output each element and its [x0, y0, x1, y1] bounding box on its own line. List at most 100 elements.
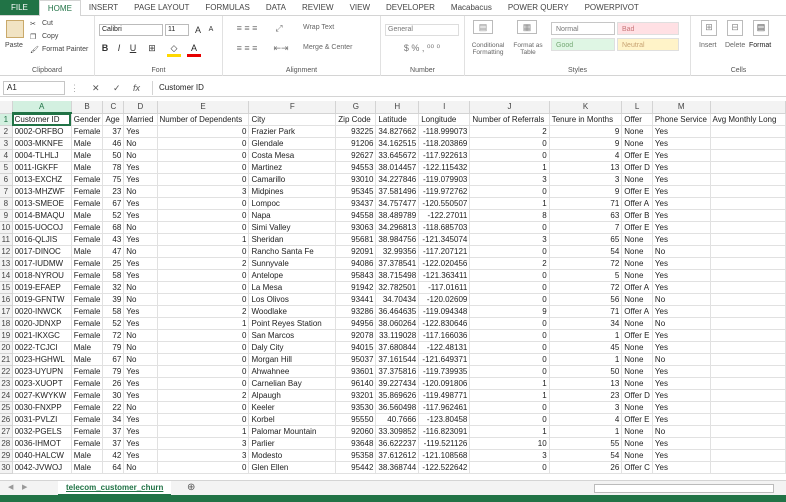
cell[interactable]: -121.363411 — [418, 269, 471, 282]
cell[interactable]: Palomar Mountain — [248, 425, 337, 438]
cell[interactable]: 9 — [549, 125, 623, 138]
cell[interactable]: 93286 — [335, 305, 377, 318]
insert-button[interactable]: Insert — [699, 42, 717, 49]
cell[interactable]: No — [123, 293, 158, 306]
prev-sheet-icon[interactable]: ◀ — [8, 483, 13, 491]
cell[interactable]: Yes — [652, 461, 711, 474]
cell[interactable]: Korbel — [248, 413, 337, 426]
cell[interactable] — [710, 245, 786, 258]
cell[interactable]: 32.782501 — [375, 281, 420, 294]
cell[interactable]: 2 — [157, 257, 250, 270]
cell[interactable]: 0015-UOCOJ — [12, 221, 72, 234]
cell[interactable]: Morgan Hill — [248, 353, 337, 366]
cell[interactable]: Offer A — [621, 197, 653, 210]
cell[interactable]: 71 — [549, 305, 623, 318]
cell[interactable]: Male — [71, 137, 104, 150]
cell[interactable]: No — [123, 401, 158, 414]
cell[interactable]: 23 — [102, 185, 125, 198]
cell[interactable]: 75 — [102, 173, 125, 186]
cell[interactable]: 0017-DINOC — [12, 245, 72, 258]
cell[interactable]: 0 — [157, 293, 250, 306]
cell[interactable]: None — [621, 401, 653, 414]
cell[interactable]: 40.7666 — [375, 413, 420, 426]
cell[interactable]: Female — [71, 329, 104, 342]
cell[interactable]: Frazier Park — [248, 125, 337, 138]
cell[interactable] — [710, 293, 786, 306]
tab-developer[interactable]: DEVELOPER — [378, 0, 443, 15]
cell[interactable] — [710, 233, 786, 246]
cell[interactable]: 0 — [469, 461, 550, 474]
cell[interactable]: 37.378541 — [375, 257, 420, 270]
copy-button[interactable]: Copy — [42, 33, 58, 40]
cell[interactable]: 34 — [102, 413, 125, 426]
cell[interactable]: Yes — [123, 257, 158, 270]
cell[interactable]: Female — [71, 365, 104, 378]
row-header[interactable]: 15 — [0, 281, 13, 294]
cell[interactable]: 93441 — [335, 293, 377, 306]
conditional-formatting-button[interactable]: Conditional Formatting — [469, 42, 507, 56]
cell[interactable]: -120.091806 — [418, 377, 471, 390]
cell[interactable]: 94086 — [335, 257, 377, 270]
cell[interactable]: Offer E — [621, 413, 653, 426]
cell[interactable]: -122.27011 — [418, 209, 471, 222]
cell[interactable]: -118.685703 — [418, 221, 471, 234]
column-header[interactable]: I — [418, 101, 471, 114]
cell[interactable]: 0 — [157, 161, 250, 174]
column-header[interactable]: D — [123, 101, 158, 114]
number-format-icons[interactable]: $ % , ⁰⁰ ⁰ — [385, 42, 459, 54]
cell[interactable]: 2 — [157, 305, 250, 318]
cell[interactable]: 0036-IHMOT — [12, 437, 72, 450]
cell[interactable]: 0 — [469, 269, 550, 282]
cell[interactable]: 93010 — [335, 173, 377, 186]
cell[interactable]: -118.203869 — [418, 137, 471, 150]
tab-powerpivot[interactable]: POWERPIVOT — [577, 0, 647, 15]
cell[interactable]: Yes — [123, 377, 158, 390]
cell[interactable]: 37 — [102, 125, 125, 138]
format-as-table-button[interactable]: Format as Table — [511, 42, 545, 56]
cell[interactable]: Male — [71, 461, 104, 474]
cell[interactable]: 2 — [469, 125, 550, 138]
row-header[interactable]: 8 — [0, 197, 13, 210]
cell[interactable]: 95550 — [335, 413, 377, 426]
row-header[interactable]: 2 — [0, 125, 13, 138]
row-header[interactable]: 19 — [0, 329, 13, 342]
row-header[interactable]: 30 — [0, 461, 13, 474]
cell[interactable] — [710, 185, 786, 198]
cell[interactable]: Female — [71, 377, 104, 390]
cell[interactable]: -117.922613 — [418, 149, 471, 162]
cell[interactable]: Female — [71, 281, 104, 294]
cell[interactable]: None — [621, 173, 653, 186]
column-header[interactable]: M — [652, 101, 711, 114]
tab-macabacus[interactable]: Macabacus — [443, 0, 500, 15]
tab-home[interactable]: HOME — [38, 0, 81, 17]
cell[interactable]: 93201 — [335, 389, 377, 402]
tab-insert[interactable]: INSERT — [81, 0, 126, 15]
cell[interactable]: Male — [71, 245, 104, 258]
cell[interactable]: 1 — [469, 161, 550, 174]
cell[interactable]: -121.345074 — [418, 233, 471, 246]
cell[interactable]: 95037 — [335, 353, 377, 366]
insert-function-icon[interactable]: fx — [133, 81, 140, 95]
cell[interactable]: 3 — [469, 173, 550, 186]
column-header[interactable]: A — [12, 101, 72, 114]
cell[interactable]: 0 — [157, 209, 250, 222]
cell[interactable]: Yes — [123, 173, 158, 186]
cell[interactable]: Female — [71, 269, 104, 282]
cell[interactable]: 2 — [469, 257, 550, 270]
cell[interactable]: Modesto — [248, 449, 337, 462]
cell[interactable]: None — [621, 233, 653, 246]
cell[interactable]: 37 — [102, 437, 125, 450]
cell[interactable]: 0 — [469, 401, 550, 414]
cell[interactable]: 30 — [102, 389, 125, 402]
cell[interactable]: Simi Valley — [248, 221, 337, 234]
cell[interactable]: Female — [71, 173, 104, 186]
cell[interactable]: Female — [71, 413, 104, 426]
cell[interactable]: Offer E — [621, 221, 653, 234]
cell[interactable]: 0 — [157, 137, 250, 150]
cell[interactable]: -119.972762 — [418, 185, 471, 198]
cell[interactable]: -116.823091 — [418, 425, 471, 438]
cell[interactable]: Yes — [123, 125, 158, 138]
cell[interactable]: 25 — [102, 257, 125, 270]
cell[interactable] — [710, 173, 786, 186]
cell[interactable]: Yes — [652, 269, 711, 282]
